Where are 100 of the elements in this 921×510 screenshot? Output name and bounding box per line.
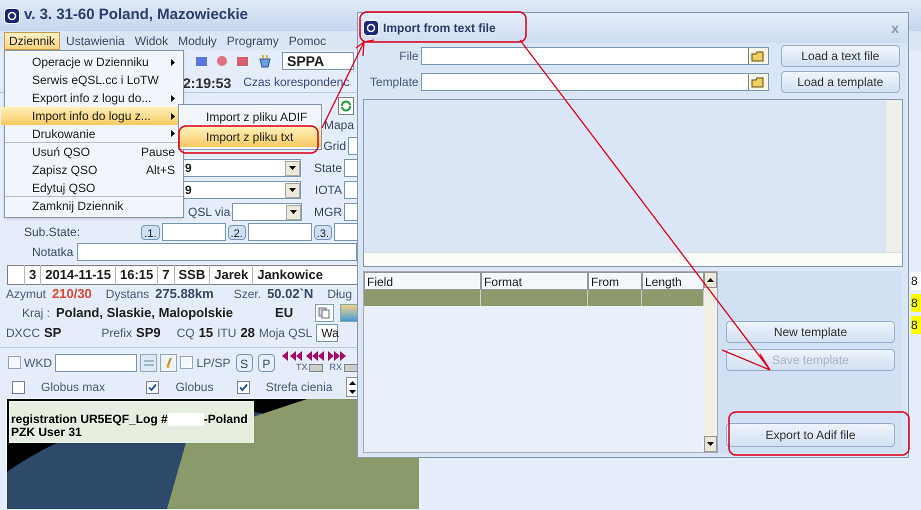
table-cell: 7 <box>157 265 174 285</box>
table-cell: 8 <box>911 272 921 290</box>
square-icon[interactable] <box>196 56 207 66</box>
redacted-block <box>168 413 204 426</box>
export-button[interactable]: Export to Adif file <box>726 423 895 447</box>
checkbox-label: WKD <box>24 354 52 372</box>
column-header[interactable]: Format <box>481 272 588 290</box>
itu-value: 28 <box>240 324 255 342</box>
checkbox-label: Globus max <box>41 379 106 396</box>
dropdown[interactable] <box>232 203 302 221</box>
wkd-field[interactable] <box>55 354 137 372</box>
field-label: QSL via <box>188 204 230 221</box>
table-cell: 2014-11-15 <box>40 265 116 285</box>
text-field[interactable] <box>344 203 358 221</box>
menu-entry[interactable]: Edytuj QSO <box>5 179 183 197</box>
brush-icon[interactable] <box>160 354 178 372</box>
menu-item[interactable]: Moduły <box>174 32 221 50</box>
field-label: IOTA <box>314 182 342 199</box>
scrollbar[interactable] <box>364 252 902 266</box>
menu-entry[interactable]: Operacje w Dzienniku <box>5 53 183 71</box>
checkbox-label: LP/SP <box>196 354 230 372</box>
checkbox[interactable] <box>236 380 250 394</box>
number-button[interactable]: .2. <box>228 224 246 240</box>
menu-entry[interactable]: Zapisz QSO Alt+S <box>5 161 183 179</box>
latitude-value: 50.02`N <box>267 285 314 304</box>
dropdown[interactable]: 9 <box>183 159 301 177</box>
menu-item[interactable]: Widok <box>130 32 172 50</box>
text-field[interactable] <box>344 181 358 199</box>
checkbox-label: Globus <box>175 379 214 396</box>
letter-button[interactable]: S <box>236 354 253 372</box>
country-value: Poland, Slaskie, Malopolskie <box>56 304 234 322</box>
tx-label: TX <box>296 360 308 374</box>
field-label: Dystans <box>106 286 150 303</box>
text-field[interactable] <box>344 159 358 177</box>
checkbox[interactable] <box>180 356 194 369</box>
number-button[interactable]: .1. <box>141 224 160 240</box>
menu-entry[interactable]: Zamknij Dziennik <box>5 197 183 215</box>
caret-icon <box>285 182 300 198</box>
menu-entry[interactable]: Import z pliku txt <box>179 127 321 147</box>
checkbox[interactable] <box>146 380 160 394</box>
note-field[interactable] <box>77 243 358 261</box>
path-field[interactable] <box>420 47 769 65</box>
text-field[interactable] <box>334 223 358 241</box>
checkbox[interactable] <box>8 356 21 369</box>
caret-icon <box>285 160 300 176</box>
qso-row[interactable]: 3 2014-11-15 16:15 7 SSB Jarek Jankowice <box>7 265 358 285</box>
text-field[interactable] <box>248 223 312 241</box>
text-field[interactable] <box>348 137 358 155</box>
table-cell: Jarek <box>209 265 252 285</box>
table-cell: 8 <box>911 316 921 334</box>
continent-value: EU <box>275 304 294 322</box>
field-label: Template <box>368 74 419 91</box>
field-label: CQ <box>176 325 195 342</box>
submenu-arrow-icon <box>171 112 175 120</box>
letter-button[interactable]: P <box>258 354 275 372</box>
scroll-down-icon[interactable] <box>704 436 717 452</box>
scrollbar[interactable] <box>886 100 902 252</box>
callsign-field[interactable]: SPPA <box>282 52 354 70</box>
rx-label: RX <box>329 360 342 374</box>
text-field[interactable] <box>162 223 226 241</box>
scrollbar[interactable] <box>704 272 717 452</box>
field-label: State <box>314 160 342 177</box>
menu-item[interactable]: Programy <box>222 32 283 50</box>
template-button[interactable]: New template <box>726 321 895 343</box>
copy-icon[interactable] <box>315 304 334 322</box>
scroll-up-icon[interactable] <box>704 272 717 288</box>
checkbox[interactable] <box>12 380 25 394</box>
distance-value: 275.88km <box>155 285 214 304</box>
square-icon[interactable] <box>237 56 248 66</box>
load-button[interactable]: Load a template <box>780 71 900 93</box>
dropdown[interactable]: 9 <box>183 181 301 199</box>
menu-entry[interactable]: Serwis eQSL.cc i LoTW <box>5 71 183 89</box>
column-header[interactable]: Length <box>642 272 704 290</box>
folder-icon[interactable] <box>748 48 768 64</box>
column-header[interactable]: Field <box>364 272 481 290</box>
swap-icon[interactable] <box>140 354 158 372</box>
table-cell: 3 <box>24 265 40 285</box>
menu-item[interactable]: Dziennik <box>4 32 60 50</box>
table-cell: Jankowice <box>252 265 327 285</box>
submenu-arrow-icon <box>171 58 175 66</box>
submenu-arrow-icon <box>171 94 175 102</box>
number-button[interactable]: .3. <box>314 224 332 240</box>
registration-text: registration UR5EQF_Log # <box>11 413 168 426</box>
field-label: Mapa <box>324 117 354 134</box>
field-label: Sub.State: <box>24 224 82 241</box>
spinner-icon[interactable] <box>346 377 358 397</box>
folder-icon[interactable] <box>748 74 768 90</box>
menu-entry[interactable]: Export info z logu do... <box>5 89 183 107</box>
field-label: Grid <box>323 138 346 155</box>
refresh-icon[interactable] <box>338 97 354 115</box>
path-field[interactable] <box>420 73 769 91</box>
load-button[interactable]: Load a text file <box>780 45 900 67</box>
registration-country: -Poland <box>204 413 248 426</box>
basket-icon[interactable] <box>258 54 272 68</box>
column-header[interactable]: From <box>588 272 642 290</box>
checkbox-label: Strefa cienia <box>266 379 332 396</box>
field-label: File <box>398 48 419 65</box>
menu-item[interactable]: Ustawienia <box>62 32 129 50</box>
menu-item[interactable]: Pomoc <box>284 32 330 50</box>
field-label: Notatka <box>32 244 74 261</box>
